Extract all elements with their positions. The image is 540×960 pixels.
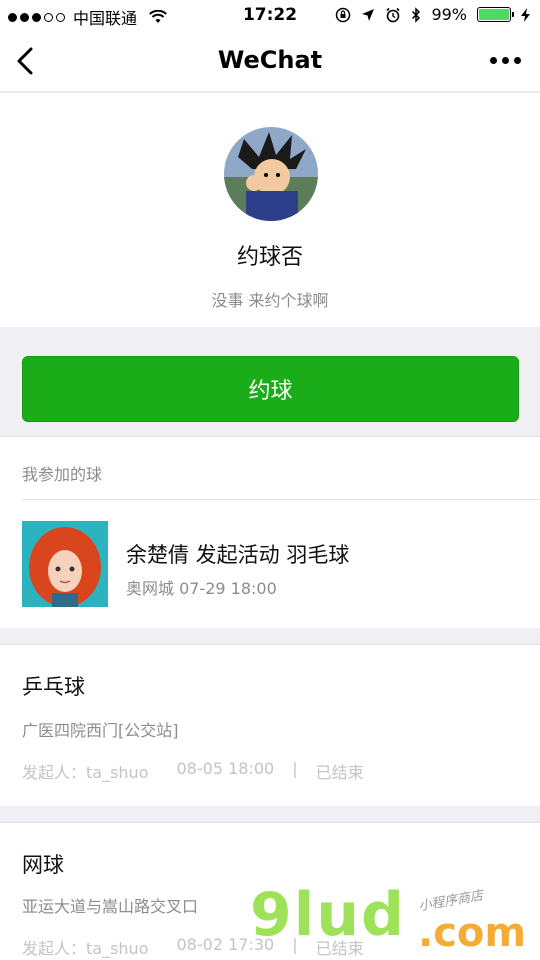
joined-activity-subtitle: 奥网城 07-29 18:00 [126,579,277,598]
activity-time: 08-02 17:30 [176,935,275,954]
activity-card[interactable]: 乒乓球 广医四院西门[公交站] 发起人：ta_shuo 08-05 18:00 … [0,644,540,806]
joined-activity-title[interactable]: 余楚倩 发起活动 羽毛球 [126,539,349,569]
divider [22,499,540,500]
miniapp-profile: 约球否 没事 来约个球啊 [0,93,540,327]
battery-fill [479,9,509,20]
miniapp-description: 没事 来约个球啊 [211,291,329,310]
page-title: WeChat [217,46,323,74]
activity-avatar[interactable] [22,521,108,607]
activity-meta: 发起人：ta_shuo 08-05 18:00 | 已结束 [22,759,364,783]
battery-icon [477,7,514,22]
avatar [224,127,318,221]
activity-title: 乒乓球 [22,675,85,699]
create-match-button[interactable]: 约球 [22,356,519,422]
activity-card[interactable]: 网球 亚运大道与嵩山路交叉口 发起人：ta_shuo 08-02 17:30 |… [0,822,540,960]
activity-location: 广医四院西门[公交站] [22,721,179,740]
miniapp-name: 约球否 [236,245,303,270]
activity-location: 亚运大道与嵩山路交叉口 [22,897,199,916]
alarm-icon [386,7,401,22]
activity-initiator: 发起人：ta_shuo [22,939,149,958]
joined-section: 我参加的球 余楚倩 发起活动 羽毛球 奥网城 07-29 18:00 [0,436,540,628]
meta-separator: | [292,935,298,954]
status-right: 99% [335,5,530,24]
more-options-icon[interactable] [486,50,524,70]
activity-status: 已结束 [315,939,364,958]
rotation-lock-icon [336,7,351,22]
activity-time: 08-05 18:00 [176,759,275,778]
battery-percent: 99% [431,5,467,24]
location-icon [362,8,375,21]
activity-initiator: 发起人：ta_shuo [22,763,149,782]
status-bar: 中国联通 17:22 99% [0,0,540,32]
section-header: 我参加的球 [22,465,103,484]
activity-meta: 发起人：ta_shuo 08-02 17:30 | 已结束 [22,935,364,959]
activity-title: 网球 [22,853,64,877]
charging-icon [521,7,530,22]
activity-status: 已结束 [315,763,364,782]
navigation-bar: WeChat [0,32,540,92]
meta-separator: | [292,759,298,778]
bluetooth-icon [412,6,421,23]
